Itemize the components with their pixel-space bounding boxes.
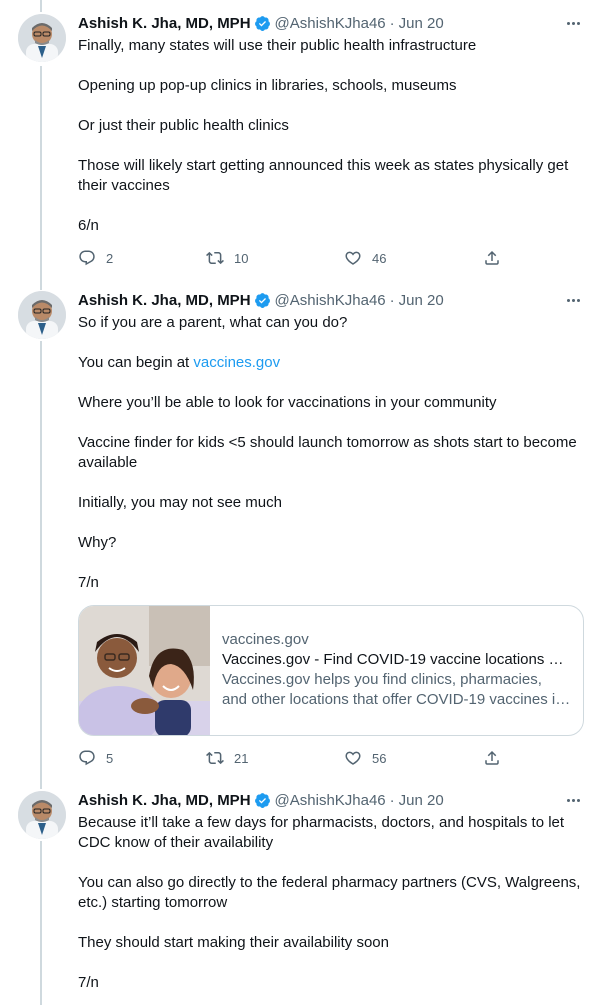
more-horizontal-icon[interactable]	[562, 789, 584, 811]
tweet[interactable]: Ashish K. Jha, MD, MPH @AshishKJha46 · J…	[0, 11, 602, 281]
card-text: vaccines.gov Vaccines.gov - Find COVID-1…	[210, 606, 583, 735]
verified-badge-icon	[254, 792, 271, 809]
tweet-date[interactable]: Jun 20	[399, 292, 444, 309]
vaccines-gov-link[interactable]: vaccines.gov	[193, 354, 280, 371]
tweet[interactable]: Ashish K. Jha, MD, MPH @AshishKJha46 · J…	[0, 288, 602, 778]
tweet-header: Ashish K. Jha, MD, MPH @AshishKJha46 · J…	[78, 288, 444, 312]
reply-icon	[79, 750, 95, 766]
tweet-text: Because it’ll take a few days for pharma…	[78, 813, 583, 993]
author-handle[interactable]: @AshishKJha46	[275, 15, 386, 32]
tweet-header: Ashish K. Jha, MD, MPH @AshishKJha46 · J…	[78, 11, 444, 35]
link-preview-card[interactable]: vaccines.gov Vaccines.gov - Find COVID-1…	[78, 605, 584, 736]
tweet-paragraph: Finally, many states will use their publ…	[78, 37, 477, 54]
reply-count: 2	[106, 250, 114, 266]
separator-dot: ·	[389, 291, 395, 309]
tweet-actions: 2 10 46	[78, 248, 508, 268]
card-domain: vaccines.gov	[222, 631, 309, 648]
share-icon	[485, 250, 499, 265]
avatar[interactable]	[18, 14, 66, 62]
retweet-icon	[206, 751, 224, 765]
like-count: 56	[372, 750, 387, 766]
separator-dot: ·	[389, 791, 395, 809]
tweet-paragraph: Because it’ll take a few days for pharma…	[78, 814, 565, 851]
verified-badge-icon	[254, 292, 271, 309]
share-icon	[485, 750, 499, 765]
more-horizontal-icon[interactable]	[562, 289, 584, 311]
author-name[interactable]: Ashish K. Jha, MD, MPH	[78, 792, 251, 809]
card-image	[79, 606, 210, 735]
avatar[interactable]	[18, 791, 66, 839]
more-horizontal-icon[interactable]	[562, 12, 584, 34]
card-description: Vaccines.gov helps you find clinics, pha…	[222, 671, 564, 708]
tweet-text: Finally, many states will use their publ…	[78, 36, 583, 236]
tweet-text-fragment: You can begin at	[78, 354, 194, 371]
share-button[interactable]	[483, 748, 511, 768]
tweet-paragraph: Opening up pop-up clinics in libraries, …	[78, 77, 457, 94]
separator-dot: ·	[389, 14, 395, 32]
tweet-paragraph: You can begin at vaccines.gov	[78, 353, 583, 373]
heart-icon	[345, 251, 361, 265]
like-count: 46	[372, 250, 387, 266]
tweet-date[interactable]: Jun 20	[399, 792, 444, 809]
author-name[interactable]: Ashish K. Jha, MD, MPH	[78, 292, 251, 309]
retweet-count: 10	[234, 250, 249, 266]
tweet-paragraph: Where you’ll be able to look for vaccina…	[78, 394, 497, 411]
reply-button[interactable]: 2	[78, 248, 113, 268]
tweet-paragraph: So if you are a parent, what can you do?	[78, 314, 348, 331]
tweet-header: Ashish K. Jha, MD, MPH @AshishKJha46 · J…	[78, 788, 444, 812]
author-handle[interactable]: @AshishKJha46	[275, 792, 386, 809]
tweet-paragraph: 7/n	[78, 974, 99, 991]
tweet-paragraph: 7/n	[78, 574, 99, 591]
tweet-paragraph: Or just their public health clinics	[78, 117, 289, 134]
like-button[interactable]: 46	[344, 248, 386, 268]
retweet-count: 21	[234, 750, 249, 766]
reply-icon	[79, 250, 95, 266]
tweet-text: So if you are a parent, what can you do?…	[78, 313, 583, 593]
card-title: Vaccines.gov - Find COVID-19 vaccine loc…	[222, 651, 571, 668]
author-handle[interactable]: @AshishKJha46	[275, 292, 386, 309]
like-button[interactable]: 56	[344, 748, 386, 768]
author-name[interactable]: Ashish K. Jha, MD, MPH	[78, 15, 251, 32]
retweet-button[interactable]: 10	[206, 248, 248, 268]
avatar[interactable]	[18, 291, 66, 339]
tweet-paragraph: Those will likely start getting announce…	[78, 157, 569, 194]
tweet-paragraph: Vaccine finder for kids <5 should launch…	[78, 434, 577, 471]
verified-badge-icon	[254, 15, 271, 32]
tweet-paragraph: Why?	[78, 534, 117, 551]
tweet-date[interactable]: Jun 20	[399, 15, 444, 32]
heart-icon	[345, 751, 361, 765]
reply-count: 5	[106, 750, 114, 766]
tweet[interactable]: Ashish K. Jha, MD, MPH @AshishKJha46 · J…	[0, 788, 602, 1005]
tweet-paragraph: You can also go directly to the federal …	[78, 874, 581, 911]
share-button[interactable]	[483, 248, 511, 268]
retweet-icon	[206, 251, 224, 265]
tweet-paragraph: 6/n	[78, 217, 99, 234]
tweet-paragraph: Initially, you may not see much	[78, 494, 282, 511]
reply-button[interactable]: 5	[78, 748, 113, 768]
tweet-paragraph: They should start making their availabil…	[78, 934, 389, 951]
retweet-button[interactable]: 21	[206, 748, 248, 768]
tweet-actions: 5 21 56	[78, 748, 508, 768]
